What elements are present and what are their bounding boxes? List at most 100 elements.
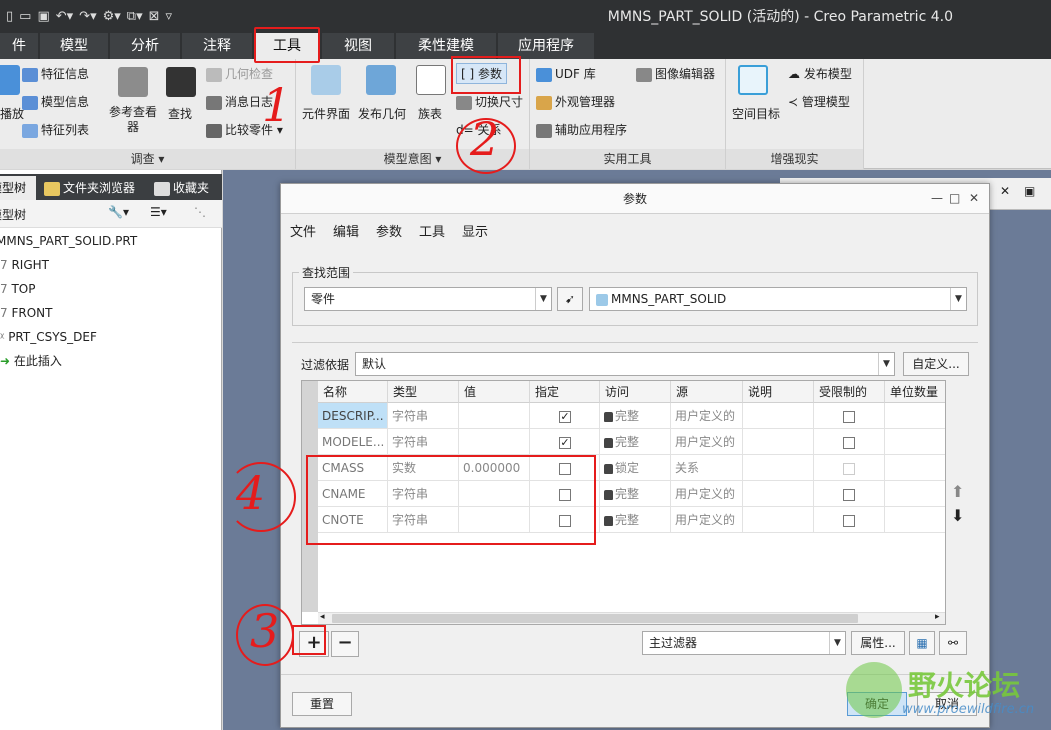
cell-source[interactable]: 用户定义的 (671, 429, 743, 455)
col-header-name[interactable]: 名称 (318, 381, 388, 403)
remove-parameter-button[interactable]: − (331, 631, 359, 657)
col-header-description[interactable]: 说明 (743, 381, 814, 403)
cell-unit-quantity[interactable] (885, 507, 945, 533)
tab-file[interactable]: 件 (0, 33, 38, 59)
playback-label[interactable]: 播放 (0, 105, 24, 122)
tab-analysis[interactable]: 分析 (110, 33, 180, 59)
menu-edit[interactable]: 编辑 (333, 221, 359, 240)
tab-folder-browser[interactable]: 文件夹浏览器 (40, 176, 144, 200)
menu-tools[interactable]: 工具 (419, 221, 445, 240)
cell-designate[interactable]: ✓ (530, 429, 600, 455)
close-icon[interactable]: ✕ (969, 191, 979, 205)
manage-model-button[interactable]: ≺ 管理模型 (788, 93, 850, 110)
find-binoculars-icon[interactable] (166, 67, 196, 97)
aux-application-button[interactable]: 辅助应用程序 (536, 121, 627, 138)
col-header-access[interactable]: 访问 (600, 381, 671, 403)
restricted-checkbox[interactable] (843, 462, 855, 475)
cell-value[interactable] (459, 429, 530, 455)
cell-access[interactable]: 完整 (600, 481, 671, 507)
reset-button[interactable]: 重置 (292, 692, 352, 716)
tree-columns-icon[interactable]: ☰▾ (150, 205, 167, 219)
col-header-type[interactable]: 类型 (388, 381, 459, 403)
restricted-checkbox[interactable] (843, 436, 855, 449)
tree-item-top[interactable]: 7 TOP (0, 278, 35, 300)
publish-geometry-icon[interactable] (366, 65, 396, 95)
appearance-manager-button[interactable]: 外观管理器 (536, 93, 615, 110)
tab-model-tree[interactable]: 模型树 (0, 176, 36, 200)
family-table-button[interactable]: 族表 (418, 105, 442, 122)
cell-description[interactable] (743, 429, 814, 455)
search-button[interactable]: ⚯ (939, 631, 967, 655)
regenerate-icon[interactable]: ⚙▾ (103, 9, 121, 24)
scrollbar-thumb[interactable] (332, 614, 858, 623)
col-header-unit-quantity[interactable]: 单位数量 (885, 381, 945, 403)
cell-unit-quantity[interactable] (885, 403, 945, 429)
customize-button[interactable]: 自定义... (903, 352, 969, 376)
designate-checkbox[interactable]: ✓ (559, 436, 571, 449)
cell-restricted[interactable] (814, 429, 885, 455)
cell-source[interactable]: 用户定义的 (671, 403, 743, 429)
family-table-icon[interactable] (416, 65, 446, 95)
spatial-target-icon[interactable] (738, 65, 768, 95)
filter-select[interactable]: 默认 ▼ (355, 352, 895, 376)
scope-object-select[interactable]: MMNS_PART_SOLID ▼ (589, 287, 967, 311)
component-interface-button[interactable]: 元件界面 (302, 105, 350, 122)
properties-button[interactable]: 属性... (851, 631, 905, 655)
cell-restricted[interactable] (814, 507, 885, 533)
undo-icon[interactable]: ↶▾ (56, 9, 73, 24)
designate-checkbox[interactable]: ✓ (559, 410, 571, 423)
tree-item-insert-here[interactable]: ➜ 在此插入 (0, 350, 62, 372)
cell-access[interactable]: 完整 (600, 507, 671, 533)
cell-type[interactable]: 字符串 (388, 403, 459, 429)
close-window-icon[interactable]: ⊠ (149, 9, 160, 24)
spatial-target-button[interactable]: 空间目标 (732, 105, 780, 122)
playback-icon[interactable] (0, 65, 20, 95)
cell-value[interactable] (459, 403, 530, 429)
cell-unit-quantity[interactable] (885, 481, 945, 507)
tree-item-front[interactable]: 7 FRONT (0, 302, 52, 324)
cell-source[interactable]: 用户定义的 (671, 481, 743, 507)
restricted-checkbox[interactable] (843, 488, 855, 501)
cell-access[interactable]: 锁定 (600, 455, 671, 481)
scroll-right-icon[interactable]: ▸ (935, 612, 940, 622)
menu-display[interactable]: 显示 (462, 221, 488, 240)
investigate-group-label[interactable]: 调查 ▾ (0, 149, 295, 169)
cell-source[interactable]: 关系 (671, 455, 743, 481)
switch-dimensions-button[interactable]: 切换尺寸 (456, 93, 523, 110)
col-header-source[interactable]: 源 (671, 381, 743, 403)
horizontal-scrollbar[interactable]: ◂ ▸ (318, 612, 945, 624)
cell-description[interactable] (743, 403, 814, 429)
tree-filter-icon[interactable]: ⋱ (194, 205, 206, 219)
main-filter-select[interactable]: 主过滤器 ▼ (642, 631, 846, 655)
tab-model[interactable]: 模型 (40, 33, 108, 59)
redo-icon[interactable]: ↷▾ (79, 9, 96, 24)
tree-item-part[interactable]: MMNS_PART_SOLID.PRT (0, 230, 137, 252)
col-header-restricted[interactable]: 受限制的 (814, 381, 885, 403)
scroll-left-icon[interactable]: ◂ (320, 612, 325, 622)
cell-restricted[interactable] (814, 455, 885, 481)
cell-description[interactable] (743, 507, 814, 533)
select-pointer-button[interactable]: ➹ (557, 287, 583, 311)
feature-list-button[interactable]: 特征列表 (22, 121, 89, 138)
component-interface-icon[interactable] (311, 65, 341, 95)
cell-unit-quantity[interactable] (885, 455, 945, 481)
cell-unit-quantity[interactable] (885, 429, 945, 455)
move-up-icon[interactable]: ⬆ (951, 482, 964, 501)
cell-access[interactable]: 完整 (600, 403, 671, 429)
cell-access[interactable]: 完整 (600, 429, 671, 455)
windows-icon[interactable]: ⧉▾ (127, 9, 143, 24)
datum-display-icon[interactable]: ✕ (1000, 184, 1010, 198)
move-down-icon[interactable]: ⬇ (951, 506, 964, 525)
feature-info-button[interactable]: 特征信息 (22, 65, 89, 82)
view-manager-icon[interactable]: ▣ (1024, 184, 1035, 198)
save-icon[interactable]: ▣ (37, 9, 49, 24)
tab-view[interactable]: 视图 (322, 33, 394, 59)
cell-source[interactable]: 用户定义的 (671, 507, 743, 533)
tab-favorites[interactable]: 收藏夹 (150, 176, 222, 200)
restricted-checkbox[interactable] (843, 514, 855, 527)
tree-item-csys[interactable]: ᵡ PRT_CSYS_DEF (0, 326, 97, 348)
cell-name[interactable]: MODELE... (318, 429, 388, 455)
cell-name[interactable]: DESCRIP... (318, 403, 388, 429)
tab-annotate[interactable]: 注释 (182, 33, 252, 59)
model-info-button[interactable]: 模型信息 (22, 93, 89, 110)
